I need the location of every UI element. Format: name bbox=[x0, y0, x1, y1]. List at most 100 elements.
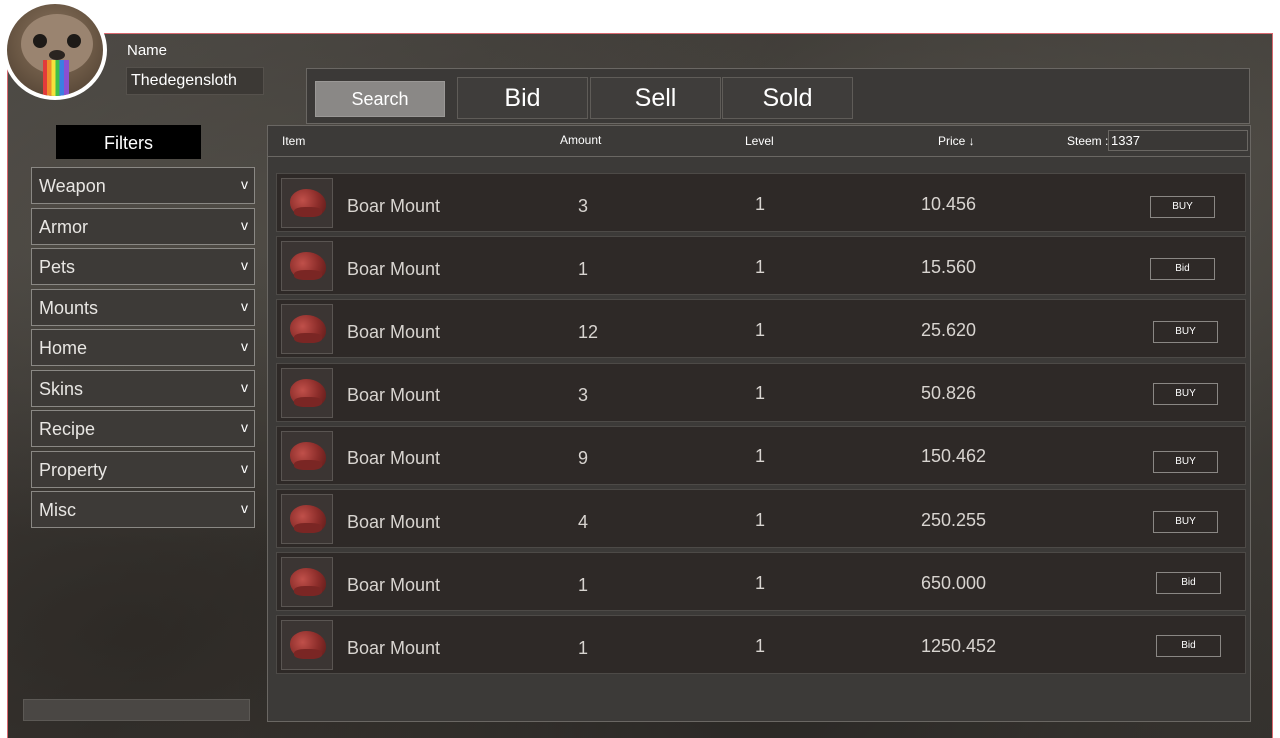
filter-label: Recipe bbox=[39, 419, 96, 439]
item-thumbnail bbox=[281, 494, 333, 544]
table-row[interactable]: Boar Mount 4 1 250.255 BUY bbox=[276, 489, 1246, 548]
marketplace-window: Filters Weapon v Armor v Pets v Mounts v… bbox=[7, 33, 1273, 738]
item-level: 1 bbox=[755, 257, 766, 277]
chevron-down-icon: v bbox=[241, 298, 248, 314]
chevron-down-icon: v bbox=[241, 379, 248, 395]
avatar-eye bbox=[33, 34, 47, 48]
filter-armor[interactable]: Armor v bbox=[31, 208, 255, 245]
sidebar-footer-box bbox=[23, 699, 250, 721]
item-thumbnail bbox=[281, 557, 333, 607]
item-amount: 4 bbox=[578, 512, 589, 532]
filter-skins[interactable]: Skins v bbox=[31, 370, 255, 407]
header-price-sort[interactable]: Price ↓ bbox=[938, 134, 975, 148]
filter-label: Mounts bbox=[39, 298, 99, 318]
item-amount: 1 bbox=[578, 259, 589, 279]
avatar[interactable] bbox=[3, 0, 107, 100]
bid-button[interactable]: Bid bbox=[1156, 635, 1221, 657]
item-name: Boar Mount bbox=[347, 259, 441, 279]
item-level: 1 bbox=[755, 446, 766, 466]
header-item[interactable]: Item bbox=[282, 134, 305, 148]
item-price: 15.560 bbox=[921, 257, 977, 277]
buy-button[interactable]: BUY bbox=[1153, 321, 1218, 343]
item-name: Boar Mount bbox=[347, 448, 441, 468]
boar-icon bbox=[290, 189, 326, 217]
table-row[interactable]: Boar Mount 12 1 25.620 BUY bbox=[276, 299, 1246, 358]
tab-sell[interactable]: Sell bbox=[590, 77, 721, 119]
item-level: 1 bbox=[755, 510, 766, 530]
table-row[interactable]: Boar Mount 3 1 50.826 BUY bbox=[276, 363, 1246, 422]
buy-button[interactable]: BUY bbox=[1153, 383, 1218, 405]
filter-mounts[interactable]: Mounts v bbox=[31, 289, 255, 326]
filter-misc[interactable]: Misc v bbox=[31, 491, 255, 528]
item-thumbnail bbox=[281, 368, 333, 418]
filter-weapon[interactable]: Weapon v bbox=[31, 167, 255, 204]
avatar-nose bbox=[49, 50, 65, 60]
table-row[interactable]: Boar Mount 3 1 10.456 BUY bbox=[276, 173, 1246, 232]
item-thumbnail bbox=[281, 620, 333, 670]
item-thumbnail bbox=[281, 304, 333, 354]
filter-label: Misc bbox=[39, 500, 76, 520]
header-steem-label: Steem : bbox=[1067, 134, 1109, 148]
item-amount: 3 bbox=[578, 196, 589, 216]
item-price: 250.255 bbox=[921, 510, 987, 530]
item-name: Boar Mount bbox=[347, 196, 441, 216]
filter-label: Property bbox=[39, 460, 108, 480]
filter-label: Home bbox=[39, 338, 88, 358]
name-label: Name bbox=[127, 42, 168, 59]
header-level[interactable]: Level bbox=[745, 134, 774, 148]
chevron-down-icon: v bbox=[241, 217, 248, 233]
avatar-eye bbox=[67, 34, 81, 48]
item-price: 10.456 bbox=[921, 194, 977, 214]
chevron-down-icon: v bbox=[241, 257, 248, 273]
item-name: Boar Mount bbox=[347, 638, 441, 658]
item-thumbnail bbox=[281, 241, 333, 291]
chevron-down-icon: v bbox=[241, 176, 248, 192]
item-amount: 3 bbox=[578, 385, 589, 405]
steem-balance-field[interactable]: 1337 bbox=[1108, 130, 1248, 151]
tab-sold[interactable]: Sold bbox=[722, 77, 853, 119]
header-amount[interactable]: Amount bbox=[560, 133, 601, 147]
item-name: Boar Mount bbox=[347, 385, 441, 405]
buy-button[interactable]: BUY bbox=[1153, 451, 1218, 473]
bid-button[interactable]: Bid bbox=[1150, 258, 1215, 280]
item-name: Boar Mount bbox=[347, 512, 441, 532]
table-row[interactable]: Boar Mount 1 1 650.000 Bid bbox=[276, 552, 1246, 611]
username-field[interactable]: Thedegensloth bbox=[126, 67, 264, 95]
filter-home[interactable]: Home v bbox=[31, 329, 255, 366]
filters-heading: Filters bbox=[56, 125, 201, 159]
item-amount: 12 bbox=[578, 322, 599, 342]
filter-label: Weapon bbox=[39, 176, 106, 196]
chevron-down-icon: v bbox=[241, 500, 248, 516]
buy-button[interactable]: BUY bbox=[1153, 511, 1218, 533]
filter-label: Armor bbox=[39, 217, 88, 237]
item-name: Boar Mount bbox=[347, 575, 441, 595]
item-level: 1 bbox=[755, 573, 766, 593]
item-level: 1 bbox=[755, 194, 766, 214]
item-price: 150.462 bbox=[921, 446, 987, 466]
item-amount: 9 bbox=[578, 448, 589, 468]
item-level: 1 bbox=[755, 383, 766, 403]
boar-icon bbox=[290, 631, 326, 659]
table-header: Item Amount Level Price ↓ Steem : 1337 bbox=[268, 126, 1250, 157]
tab-search[interactable]: Search bbox=[315, 81, 445, 117]
boar-icon bbox=[290, 315, 326, 343]
tab-bar: Search Bid Sell Sold bbox=[306, 68, 1250, 124]
table-row[interactable]: Boar Mount 1 1 15.560 Bid bbox=[276, 236, 1246, 295]
table-row[interactable]: Boar Mount 1 1 1250.452 Bid bbox=[276, 615, 1246, 674]
item-amount: 1 bbox=[578, 638, 589, 658]
filter-pets[interactable]: Pets v bbox=[31, 248, 255, 285]
buy-button[interactable]: BUY bbox=[1150, 196, 1215, 218]
filter-label: Pets bbox=[39, 257, 76, 277]
filter-property[interactable]: Property v bbox=[31, 451, 255, 488]
item-thumbnail bbox=[281, 178, 333, 228]
item-price: 25.620 bbox=[921, 320, 977, 340]
boar-icon bbox=[290, 568, 326, 596]
boar-icon bbox=[290, 252, 326, 280]
bid-button[interactable]: Bid bbox=[1156, 572, 1221, 594]
filter-recipe[interactable]: Recipe v bbox=[31, 410, 255, 447]
table-row[interactable]: Boar Mount 9 1 150.462 BUY bbox=[276, 426, 1246, 485]
item-level: 1 bbox=[755, 320, 766, 340]
chevron-down-icon: v bbox=[241, 338, 248, 354]
tab-bid[interactable]: Bid bbox=[457, 77, 588, 119]
chevron-down-icon: v bbox=[241, 419, 248, 435]
